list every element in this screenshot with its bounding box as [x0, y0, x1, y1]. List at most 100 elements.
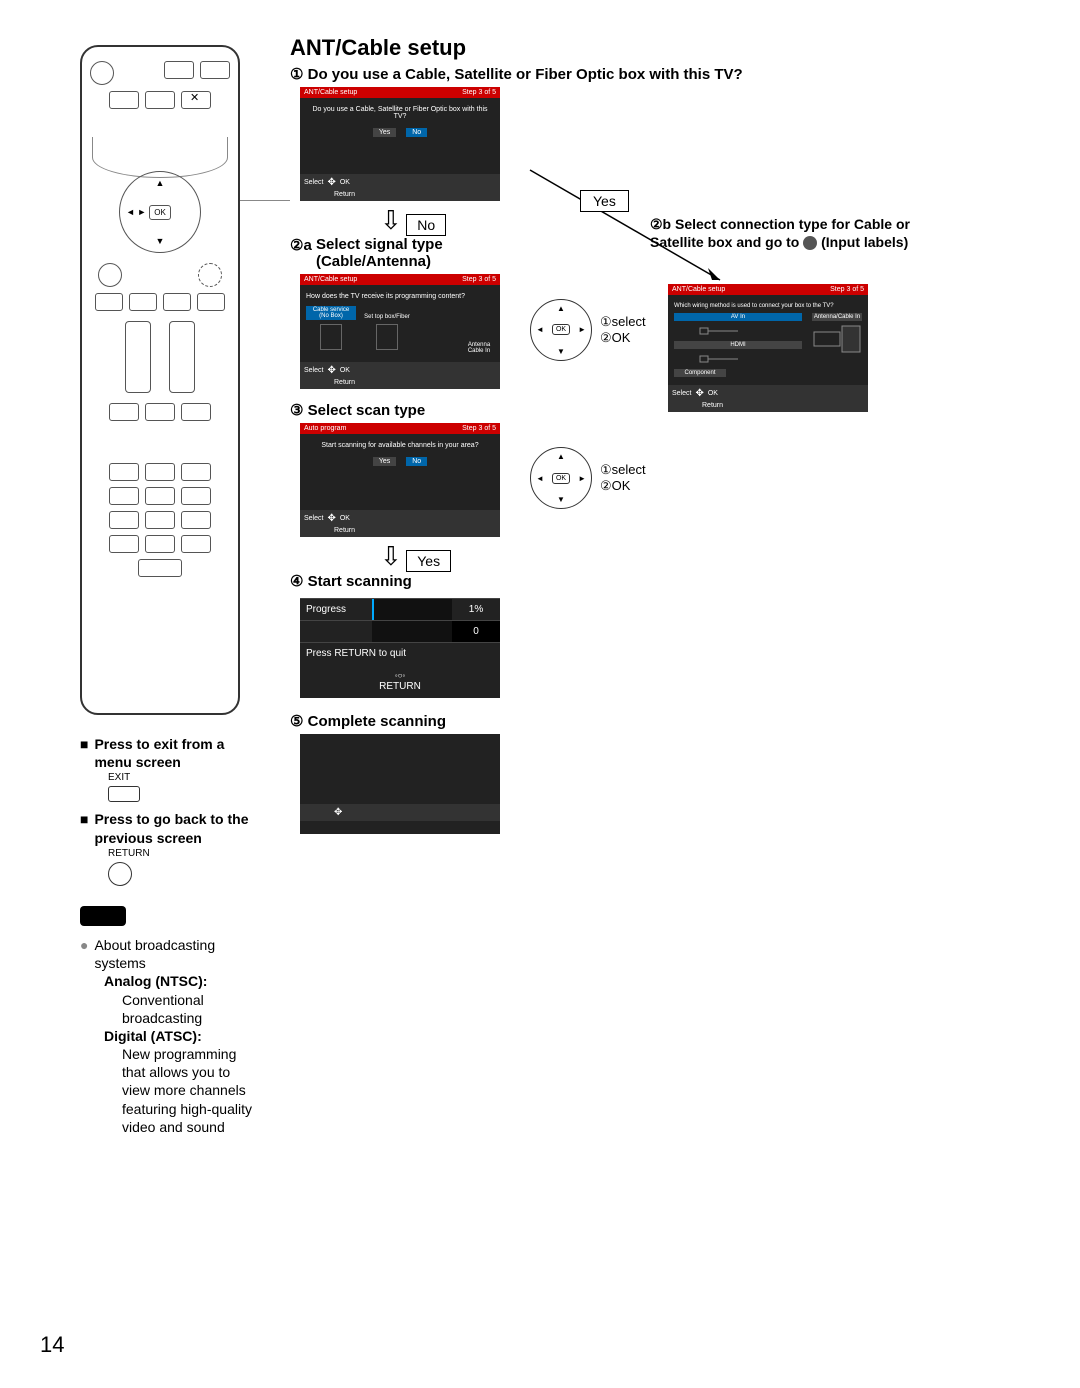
dpad-select-label: ①select: [600, 314, 646, 330]
step-1-line: ① Do you use a Cable, Satellite or Fiber…: [290, 65, 1010, 83]
tv-screen-5: ✥: [300, 734, 500, 834]
screen-1-step: Step 3 of 5: [462, 89, 496, 96]
progress-count: 0: [452, 621, 500, 642]
screen-1-header: ANT/Cable setup: [304, 89, 357, 96]
wiring-diagram-icon: [674, 324, 802, 338]
screen-3-question: Start scanning for available channels in…: [306, 442, 494, 449]
progress-table: Progress 1% 0 Press RETURN to quit ◦○◦RET…: [300, 598, 500, 698]
cursor-icon: ✥: [334, 807, 342, 818]
screen-2a-select: Select: [304, 367, 323, 374]
screen-1-question: Do you use a Cable, Satellite or Fiber O…: [306, 106, 494, 120]
page-number: 14: [40, 1332, 64, 1358]
bullet-dot-icon: ●: [80, 936, 88, 972]
screen-3-return: Return: [334, 527, 355, 534]
progress-percent: 1%: [452, 599, 500, 620]
filled-circle-icon: [803, 236, 817, 250]
yes-arrow-row: ⇩ Yes: [380, 541, 1010, 572]
screen-2b-select: Select: [672, 390, 691, 397]
screen-3-step: Step 3 of 5: [462, 425, 496, 432]
exit-button-icon: [108, 786, 140, 802]
step-2a-text: Select signal type (Cable/Antenna): [316, 236, 506, 270]
screen-1-return: Return: [334, 191, 355, 198]
screen-3-no: No: [406, 457, 427, 466]
screen-2b-ok: OK: [708, 390, 718, 397]
return-note-title: Press to go back to the previous screen: [94, 810, 260, 846]
step-2b-line: ②b Select connection type for Cable or S…: [650, 215, 920, 251]
step-5-text: Complete scanning: [308, 713, 446, 730]
screen-2a-question: How does the TV receive its programming …: [306, 293, 494, 300]
wiring-diagram-icon: [674, 352, 802, 366]
dpad-illustration: ▲▼◄►OK: [530, 447, 592, 509]
screen-2a-opt1: Cable service (No Box): [306, 306, 356, 320]
screen-2b-opt1: AV In: [674, 313, 802, 321]
dpad-ok: OK: [552, 324, 570, 335]
screen-2b-question: Which wiring method is used to connect y…: [674, 303, 862, 309]
yes-box-label: Yes: [406, 550, 451, 572]
screen-2b-return: Return: [702, 402, 723, 409]
section-title: ANT/Cable setup: [290, 35, 1010, 61]
screen-3-ok: OK: [340, 515, 350, 522]
screen-1-select: Select: [304, 179, 323, 186]
step-4-text: Start scanning: [308, 573, 412, 590]
manual-page: ✕ OK▼ ■Press to exit from a menu screen …: [0, 0, 1080, 1388]
return-button-label: RETURN: [108, 847, 260, 860]
cursor-icon: ✥: [695, 388, 703, 399]
down-arrow-icon: ⇩: [380, 541, 402, 571]
about-broadcasting-label: About broadcasting systems: [94, 936, 260, 972]
screen-2a-opt2: Set top box/Fiber: [362, 314, 412, 320]
progress-quit: Press RETURN to quit: [300, 643, 412, 664]
screen-2a-return: Return: [334, 379, 355, 386]
step-num-2b: ②b: [650, 215, 671, 233]
exit-button-label: EXIT: [108, 771, 260, 784]
screen-2b-opt3: HDMI: [674, 341, 802, 349]
square-bullet-icon: ■: [80, 810, 88, 846]
dpad-labels: ①select②OK: [600, 314, 646, 346]
dpad-ok-label: ②OK: [600, 330, 646, 346]
dpad-ok: OK: [552, 473, 570, 484]
note-tag: [80, 906, 126, 926]
step-2b-trail: (Input labels): [821, 234, 908, 250]
digital-title: Digital (ATSC):: [104, 1028, 202, 1044]
dpad-select-label: ①select: [600, 462, 646, 478]
screen-3-header: Auto program: [304, 425, 346, 432]
remote-dpad: OK▼: [119, 171, 201, 253]
tv-screen-3: Auto program Step 3 of 5 Start scanning f…: [300, 423, 500, 537]
screen-2a-step: Step 3 of 5: [462, 276, 496, 283]
screen-1-ok: OK: [340, 179, 350, 186]
screen-2a-ok: OK: [340, 367, 350, 374]
tv-screen-2a: ANT/Cable setup Step 3 of 5 How does the …: [300, 274, 500, 389]
cursor-icon: ✥: [327, 513, 335, 524]
step-1-text: Do you use a Cable, Satellite or Fiber O…: [308, 66, 743, 83]
step-num-5: ⑤: [290, 712, 303, 730]
remote-notes: ■Press to exit from a menu screen EXIT ■…: [80, 735, 260, 1136]
progress-return-label: RETURN: [379, 681, 421, 692]
cursor-icon: ✥: [327, 177, 335, 188]
yes-label-box: Yes: [580, 190, 629, 212]
square-bullet-icon: ■: [80, 735, 88, 771]
exit-note-title: Press to exit from a menu screen: [94, 735, 260, 771]
progress-label: Progress: [300, 599, 372, 620]
progress-bar: [372, 599, 452, 620]
step-4-line: ④ Start scanning: [290, 572, 1010, 590]
return-icon: ◦○◦: [395, 671, 406, 680]
down-arrow-icon: ⇩: [380, 205, 402, 235]
step-num-1: ①: [290, 65, 303, 83]
screen-3-yes: Yes: [373, 457, 396, 466]
step-5-line: ⑤ Complete scanning: [290, 712, 1010, 730]
screen-3-select: Select: [304, 515, 323, 522]
remote-column: ✕ OK▼ ■Press to exit from a menu screen …: [80, 45, 260, 1136]
screen-1-yes: Yes: [373, 128, 396, 137]
digital-body: New programming that allows you to view …: [122, 1045, 252, 1136]
step-3-line: ③ Select scan type: [290, 401, 1010, 419]
return-button-icon: [108, 862, 132, 886]
step-num-2a: ②a: [290, 236, 312, 254]
screen-2a-header: ANT/Cable setup: [304, 276, 357, 283]
step-num-3: ③: [290, 401, 303, 419]
screen-2b-opt2: Antenna/Cable In: [812, 313, 862, 321]
step-num-4: ④: [290, 572, 303, 590]
screen-1-no: No: [406, 128, 427, 137]
dpad-labels: ①select②OK: [600, 462, 646, 494]
screen-2b-step: Step 3 of 5: [830, 286, 864, 293]
dpad-3: ▲▼◄►OK ①select②OK: [530, 447, 646, 509]
dpad-ok-label: ②OK: [600, 478, 646, 494]
